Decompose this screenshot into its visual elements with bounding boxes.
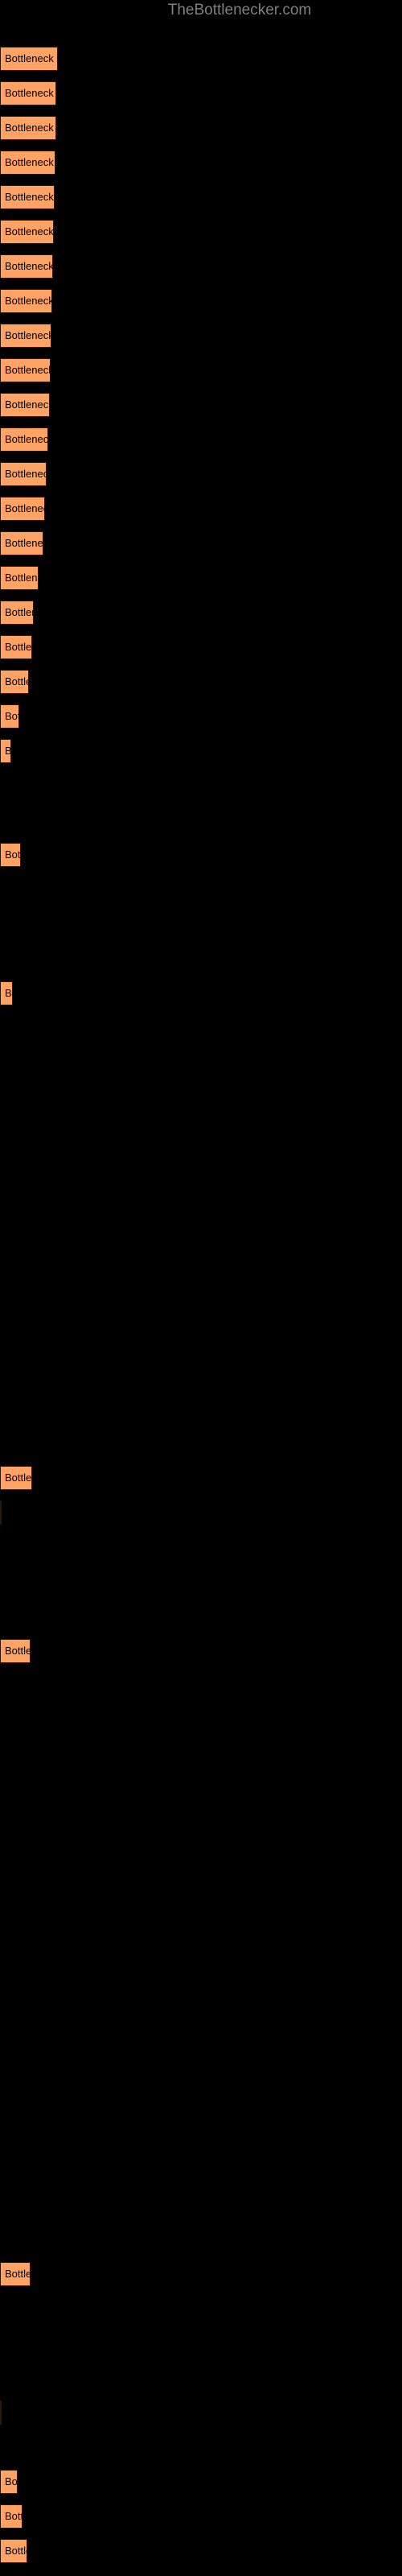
bar [0, 289, 52, 313]
bar-row: Bottleneck result 5 [0, 185, 402, 209]
bar-clip: Bottleneck result 18 [0, 635, 32, 659]
bar [0, 254, 53, 279]
bar [0, 704, 19, 729]
bar-row: Bottleneck result 1 [0, 47, 402, 71]
bar-clip: Bottleneck result 15 [0, 531, 43, 555]
bar [0, 601, 34, 625]
bar-clip: Bottleneck result 19 [0, 670, 29, 694]
bar-row: Bottleneck result 12 [0, 427, 402, 452]
bar [0, 497, 45, 521]
bar-clip: Bottleneck result 42 [0, 1466, 32, 1490]
plot-area: Bottleneck result 1 Bottleneck result 2 Bo… [0, 0, 402, 2576]
bar-row: Bottleneck result 28 [0, 981, 402, 1005]
bar [0, 185, 55, 209]
bar-row: Bottleneck result 3 [0, 116, 402, 140]
bar-clip: Bottleneck result 10 [0, 358, 51, 382]
bar [0, 2539, 27, 2563]
bar-row: Bottleneck result 73 [0, 2539, 402, 2563]
bar-clip: Bottleneck result 9 [0, 324, 51, 348]
bar [0, 2470, 18, 2494]
bar-clip: Bottleneck result 24 [0, 843, 21, 867]
bar [0, 1639, 31, 1663]
bar-row: Bottleneck result 8 [0, 289, 402, 313]
bar-row: Bottleneck result 20 [0, 704, 402, 729]
bar [0, 1501, 2, 1525]
bar-row: Bottleneck result 14 [0, 497, 402, 521]
bar-clip: Bottleneck result 13 [0, 462, 47, 486]
bar [0, 81, 56, 105]
bar-clip: Bottleneck result 3 [0, 116, 56, 140]
bar-row: Bottleneck result 16 [0, 566, 402, 590]
bar [0, 462, 47, 486]
bar-row: Bottleneck result 71 [0, 2470, 402, 2494]
bar-row: Bottleneck result 15 [0, 531, 402, 555]
bar-row: Bottleneck result 11 [0, 393, 402, 417]
bar-clip: Bottleneck result 14 [0, 497, 45, 521]
bar-clip: Bottleneck result 65 [0, 2262, 31, 2286]
bar-clip: Bottleneck result 4 [0, 151, 55, 175]
bar [0, 531, 43, 555]
bar [0, 843, 21, 867]
bar [0, 427, 48, 452]
bar-row: Bottleneck result 17 [0, 601, 402, 625]
bar [0, 1466, 32, 1490]
bar [0, 47, 58, 71]
bar-row: Bottleneck result 9 [0, 324, 402, 348]
bar-clip: Bottleneck result 21 [0, 739, 11, 763]
bar [0, 2401, 2, 2425]
bar [0, 981, 13, 1005]
bar [0, 116, 56, 140]
bar-clip: Bottleneck result 1 [0, 47, 58, 71]
bar-row: Bottleneck result 43 [0, 1501, 402, 1525]
bar [0, 220, 54, 244]
bar-row: Bottleneck result 19 [0, 670, 402, 694]
bar [0, 324, 51, 348]
bar-clip: Bottleneck result 47 [0, 1639, 31, 1663]
bar-clip: Bottleneck result 72 [0, 2504, 23, 2529]
bar-row: Bottleneck result 69 [0, 2401, 402, 2425]
bar-clip: Bottleneck result 8 [0, 289, 52, 313]
bar-chart-root: TheBottlenecker.com Bottleneck result 1B… [0, 0, 402, 2576]
bar-row: Bottleneck result 7 [0, 254, 402, 279]
bar [0, 2262, 31, 2286]
bar-row: Bottleneck result 24 [0, 843, 402, 867]
bar-clip: Bottleneck result 5 [0, 185, 55, 209]
bar-clip: Bottleneck result 69 [0, 2401, 2, 2425]
bar-clip: Bottleneck result 43 [0, 1501, 2, 1525]
bar-clip: Bottleneck result 71 [0, 2470, 18, 2494]
bar-row: Bottleneck result 65 [0, 2262, 402, 2286]
bar-clip: Bottleneck result 7 [0, 254, 53, 279]
bar-clip: Bottleneck result 17 [0, 601, 34, 625]
bar [0, 393, 50, 417]
bar-row: Bottleneck result 13 [0, 462, 402, 486]
bar [0, 151, 55, 175]
bar [0, 2504, 23, 2529]
bar-clip: Bottleneck result 28 [0, 981, 13, 1005]
bar-row: Bottleneck result 47 [0, 1639, 402, 1663]
bar-clip: Bottleneck result 2 [0, 81, 56, 105]
bar-clip: Bottleneck result 12 [0, 427, 48, 452]
bar-clip: Bottleneck result 11 [0, 393, 50, 417]
bar-row: Bottleneck result 21 [0, 739, 402, 763]
bar-row: Bottleneck result 2 [0, 81, 402, 105]
bar-row: Bottleneck result 42 [0, 1466, 402, 1490]
bar-row: Bottleneck result 72 [0, 2504, 402, 2529]
bar-clip: Bottleneck result 73 [0, 2539, 27, 2563]
bar-row: Bottleneck result 18 [0, 635, 402, 659]
bar [0, 358, 51, 382]
bar-row: Bottleneck result 10 [0, 358, 402, 382]
bar-clip: Bottleneck result 6 [0, 220, 54, 244]
bar [0, 670, 29, 694]
bar-row: Bottleneck result 6 [0, 220, 402, 244]
bar-clip: Bottleneck result 20 [0, 704, 19, 729]
bar [0, 739, 11, 763]
bar [0, 635, 32, 659]
bar [0, 566, 39, 590]
bar-clip: Bottleneck result 16 [0, 566, 39, 590]
bar-row: Bottleneck result 4 [0, 151, 402, 175]
